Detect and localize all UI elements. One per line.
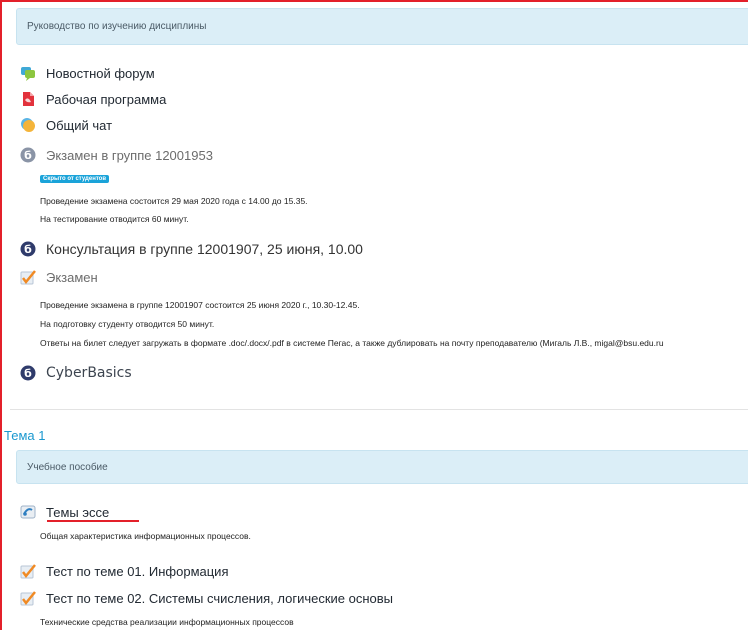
essay-description: Общая характеристика информационных проц… bbox=[40, 531, 251, 541]
activity-test-01[interactable]: Тест по теме 01. Информация bbox=[20, 560, 228, 582]
quiz-check-icon bbox=[20, 563, 36, 579]
chat-icon bbox=[20, 117, 36, 133]
exam-description-line: Ответы на билет следует загружать в форм… bbox=[40, 338, 664, 348]
quiz-check-icon bbox=[20, 590, 36, 606]
activity-test-02-link[interactable]: Тест по теме 02. Системы счисления, логи… bbox=[46, 591, 393, 606]
activity-test-02[interactable]: Тест по теме 02. Системы счисления, логи… bbox=[20, 587, 393, 609]
exam-group-description-line: Проведение экзамена состоится 29 мая 202… bbox=[40, 196, 308, 206]
section-divider bbox=[10, 409, 748, 410]
activity-test-01-link[interactable]: Тест по теме 01. Информация bbox=[46, 564, 228, 579]
activity-cyberbasics-link[interactable]: CyberBasics bbox=[46, 365, 132, 381]
activity-general-chat-link[interactable]: Общий чат bbox=[46, 118, 112, 133]
activity-exam-group-link[interactable]: Экзамен в группе 12001953 bbox=[46, 148, 213, 163]
activity-consultation-link[interactable]: Консультация в группе 12001907, 25 июня,… bbox=[46, 241, 363, 257]
activity-cyberbasics[interactable]: б CyberBasics bbox=[20, 362, 132, 384]
exam-description-line: На подготовку студенту отводится 50 мину… bbox=[40, 319, 215, 329]
activity-general-chat[interactable]: Общий чат bbox=[20, 114, 112, 136]
activity-consultation[interactable]: б Консультация в группе 12001907, 25 июн… bbox=[20, 238, 363, 260]
test-icon: б bbox=[20, 241, 36, 257]
topic1-summary-text: Учебное пособие bbox=[27, 461, 108, 473]
exam-group-description-line: На тестирование отводится 60 минут. bbox=[40, 214, 189, 224]
activity-exam-group-12001953[interactable]: б Экзамен в группе 12001953 bbox=[20, 144, 213, 166]
activity-news-forum[interactable]: Новостной форум bbox=[20, 62, 155, 84]
activity-news-forum-link[interactable]: Новостной форум bbox=[46, 66, 155, 81]
test-icon: б bbox=[20, 365, 36, 381]
quiz-check-icon bbox=[20, 269, 36, 285]
forum-icon bbox=[20, 65, 36, 81]
section-title-topic1[interactable]: Тема 1 bbox=[4, 428, 45, 443]
tech-means-text: Технические средства реализации информац… bbox=[40, 617, 294, 627]
pdf-icon bbox=[20, 91, 36, 107]
svg-text:б: б bbox=[24, 243, 32, 256]
hidden-from-students-badge: Скрыто от студентов bbox=[40, 175, 110, 183]
activity-work-program[interactable]: Рабочая программа bbox=[20, 88, 166, 110]
test-icon: б bbox=[20, 147, 36, 163]
svg-text:б: б bbox=[24, 367, 32, 380]
activity-essay-topics-link[interactable]: Темы эссе bbox=[46, 505, 109, 520]
activity-exam-link[interactable]: Экзамен bbox=[46, 270, 98, 285]
exam-description-line: Проведение экзамена в группе 12001907 со… bbox=[40, 300, 360, 310]
activity-exam[interactable]: Экзамен bbox=[20, 266, 98, 288]
activity-work-program-link[interactable]: Рабочая программа bbox=[46, 92, 166, 107]
section-summary: Руководство по изучению дисциплины bbox=[16, 8, 748, 45]
red-underline-annotation bbox=[47, 520, 139, 522]
section-summary-text: Руководство по изучению дисциплины bbox=[27, 21, 207, 32]
url-icon bbox=[20, 504, 36, 520]
svg-text:б: б bbox=[24, 149, 32, 162]
topic1-summary: Учебное пособие bbox=[16, 450, 748, 484]
